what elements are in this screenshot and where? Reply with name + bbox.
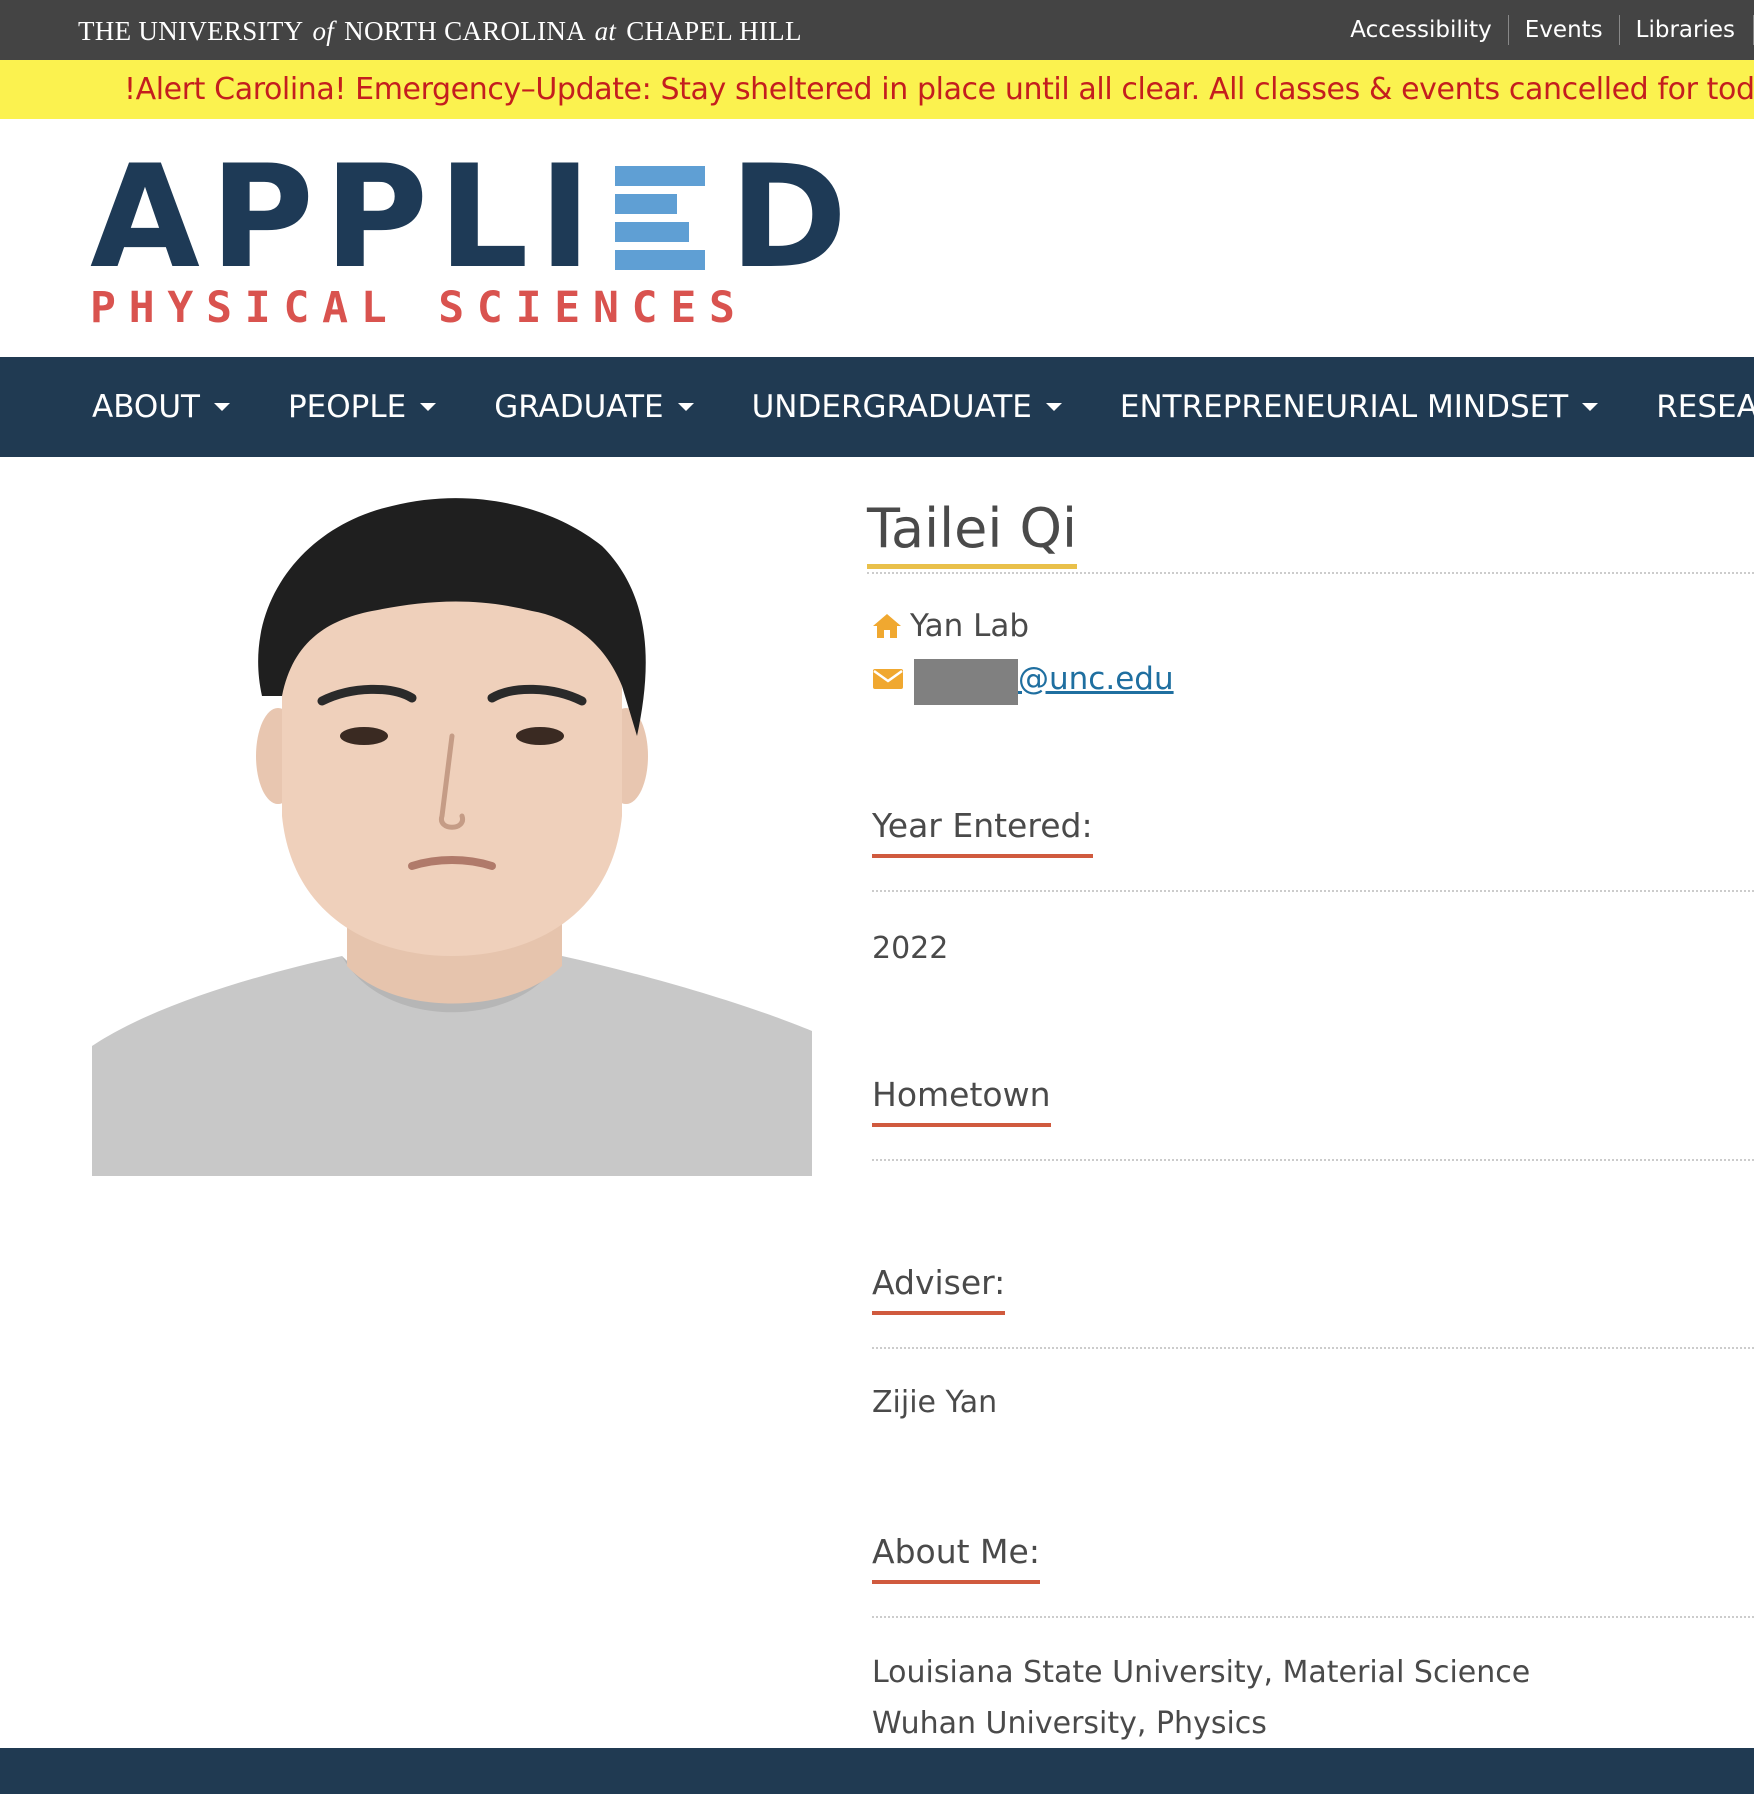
- nav-research-label: RESEARC: [1656, 389, 1754, 425]
- wordmark-of: of: [312, 16, 335, 46]
- applied-physical-sciences-logo[interactable]: APPLI D PHYSICAL SCIENCES: [90, 147, 847, 334]
- logo-subtitle: PHYSICAL SCIENCES: [90, 283, 748, 333]
- events-link[interactable]: Events: [1509, 15, 1620, 45]
- logo-wordmark: APPLI D: [90, 135, 858, 300]
- adviser-value: Zijie Yan: [872, 1385, 998, 1420]
- nav-entrepreneurial-mindset[interactable]: ENTREPRENEURIAL MINDSET: [1119, 389, 1599, 425]
- nav-people[interactable]: PEOPLE: [287, 389, 437, 425]
- lab-name: Yan Lab: [910, 608, 1030, 644]
- profile-photo: [92, 486, 812, 1176]
- year-entered-section: Year Entered:: [872, 806, 1754, 892]
- nav-graduate[interactable]: GRADUATE: [494, 389, 694, 425]
- nav-people-label: PEOPLE: [287, 389, 407, 425]
- nav-undergraduate-label: UNDERGRADUATE: [751, 389, 1032, 425]
- main-navigation: ABOUT PEOPLE GRADUATE UNDERGRADUATE ENTR…: [0, 357, 1754, 457]
- logo-main-left: APPLI: [90, 135, 602, 300]
- redacted-email-username: [914, 659, 1018, 705]
- nav-about-label: ABOUT: [92, 389, 200, 425]
- about-me-line-2: Wuhan University, Physics: [872, 1706, 1267, 1741]
- about-me-title: About Me:: [872, 1532, 1040, 1584]
- caret-down-icon: [1045, 403, 1062, 411]
- utility-links: Accessibility Events Libraries: [1334, 0, 1754, 60]
- year-entered-title: Year Entered:: [872, 806, 1093, 858]
- lab-row: Yan Lab: [872, 608, 1029, 644]
- hometown-section: Hometown: [872, 1075, 1754, 1161]
- wordmark-prefix: THE UNIVERSITY: [78, 16, 303, 46]
- alert-banner: !Alert Carolina! Emergency–Update: Stay …: [0, 60, 1754, 119]
- wordmark-at: at: [594, 16, 617, 46]
- logo-main-right: D: [729, 135, 858, 300]
- email-link[interactable]: @unc.edu: [1018, 661, 1174, 697]
- nav-undergraduate[interactable]: UNDERGRADUATE: [752, 389, 1062, 425]
- nav-entrepreneurial-mindset-label: ENTREPRENEURIAL MINDSET: [1119, 389, 1569, 425]
- envelope-icon: [873, 669, 903, 689]
- caret-down-icon: [677, 403, 694, 411]
- person-name: Tailei Qi: [867, 498, 1078, 569]
- wordmark-suffix: CHAPEL HILL: [626, 16, 802, 46]
- about-me-section: About Me:: [872, 1532, 1754, 1618]
- hometown-title: Hometown: [872, 1075, 1051, 1127]
- wordmark-mid: NORTH CAROLINA: [344, 16, 585, 46]
- adviser-section: Adviser:: [872, 1263, 1754, 1349]
- profile-name-heading: Tailei Qi: [867, 498, 1754, 574]
- about-me-line-1: Louisiana State University, Material Sci…: [872, 1655, 1531, 1690]
- logo-e-bars-icon: [615, 166, 707, 270]
- caret-down-icon: [1582, 403, 1599, 411]
- libraries-link[interactable]: Libraries: [1620, 15, 1754, 45]
- footer-bar: [0, 1748, 1754, 1794]
- university-topbar: THE UNIVERSITY of NORTH CAROLINA at CHAP…: [0, 0, 1754, 60]
- alert-message[interactable]: !Alert Carolina! Emergency–Update: Stay …: [124, 72, 1754, 107]
- caret-down-icon: [420, 403, 437, 411]
- email-row: @unc.edu: [872, 656, 1174, 705]
- portrait-illustration: [92, 486, 812, 1176]
- nav-research[interactable]: RESEARC: [1656, 389, 1754, 425]
- nav-graduate-label: GRADUATE: [494, 389, 664, 425]
- university-wordmark[interactable]: THE UNIVERSITY of NORTH CAROLINA at CHAP…: [78, 16, 802, 47]
- adviser-title: Adviser:: [872, 1263, 1006, 1315]
- caret-down-icon: [213, 403, 230, 411]
- nav-about[interactable]: ABOUT: [92, 389, 230, 425]
- year-entered-value: 2022: [872, 931, 949, 966]
- home-icon: [873, 614, 901, 638]
- accessibility-link[interactable]: Accessibility: [1334, 15, 1509, 45]
